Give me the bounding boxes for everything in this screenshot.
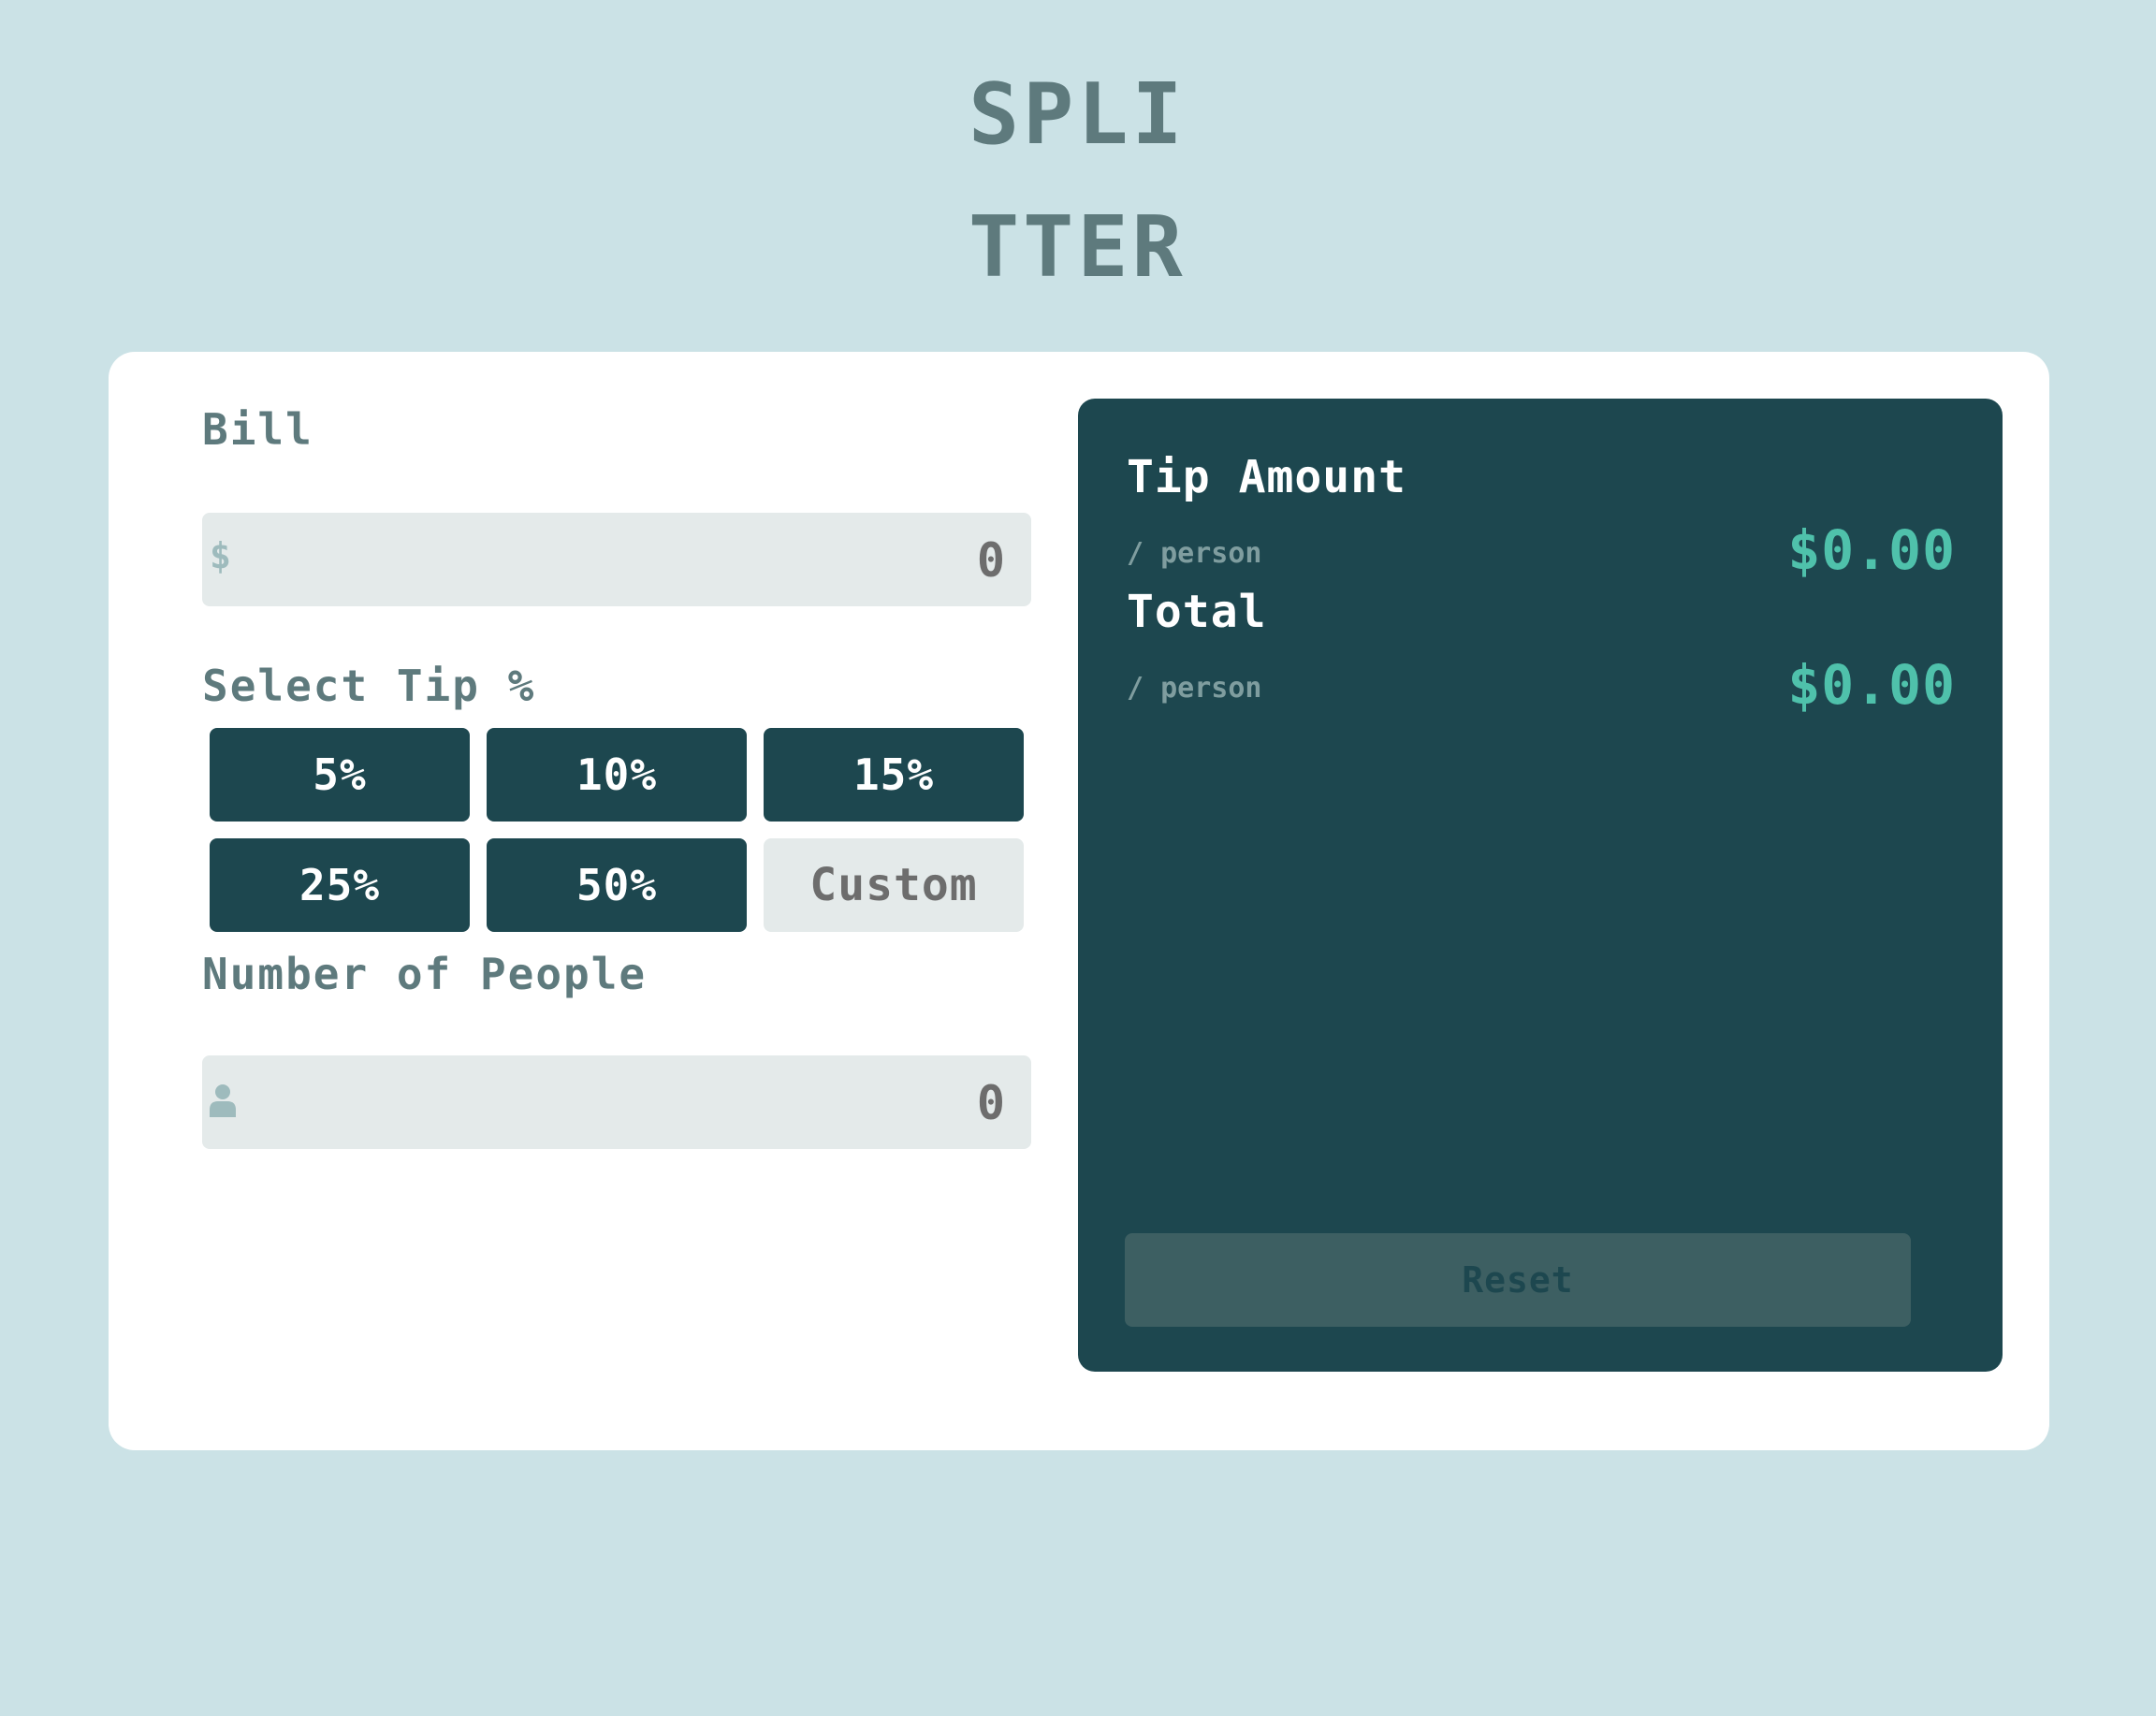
bill-input[interactable]: $ 0: [202, 513, 1031, 606]
tip-button-50[interactable]: 50%: [487, 838, 747, 932]
tip-button-25[interactable]: 25%: [210, 838, 470, 932]
tip-amount-title: Tip Amount: [1127, 451, 1406, 503]
total-value: $0.00: [1787, 653, 1956, 717]
bill-value[interactable]: 0: [977, 533, 1005, 588]
bill-label: Bill: [202, 404, 313, 455]
people-label: Number of People: [202, 949, 648, 999]
tip-label: Select Tip %: [202, 661, 536, 711]
tip-button-5[interactable]: 5%: [210, 728, 470, 822]
logo-line-2: TTER: [969, 198, 1187, 297]
tip-button-15[interactable]: 15%: [764, 728, 1024, 822]
logo-line-1: SPLI: [969, 65, 1187, 164]
person-icon: [210, 1084, 236, 1117]
dollar-icon: $: [210, 535, 231, 576]
total-title: Total: [1127, 586, 1267, 638]
tip-button-10[interactable]: 10%: [487, 728, 747, 822]
people-value[interactable]: 0: [977, 1076, 1005, 1130]
custom-tip-input[interactable]: Custom: [764, 838, 1024, 932]
total-per-person: / person: [1127, 672, 1262, 705]
calculator-card: Bill $ 0 Select Tip % 5% 10% 15% 25% 50%…: [109, 352, 2049, 1450]
tip-amount-per-person: / person: [1127, 537, 1262, 570]
app-logo: SPLI TTER: [969, 49, 1212, 314]
people-input[interactable]: 0: [202, 1055, 1031, 1149]
results-panel: Tip Amount / person $0.00 Total / person…: [1078, 399, 2003, 1372]
reset-button[interactable]: Reset: [1125, 1233, 1911, 1327]
tip-amount-value: $0.00: [1787, 518, 1956, 582]
